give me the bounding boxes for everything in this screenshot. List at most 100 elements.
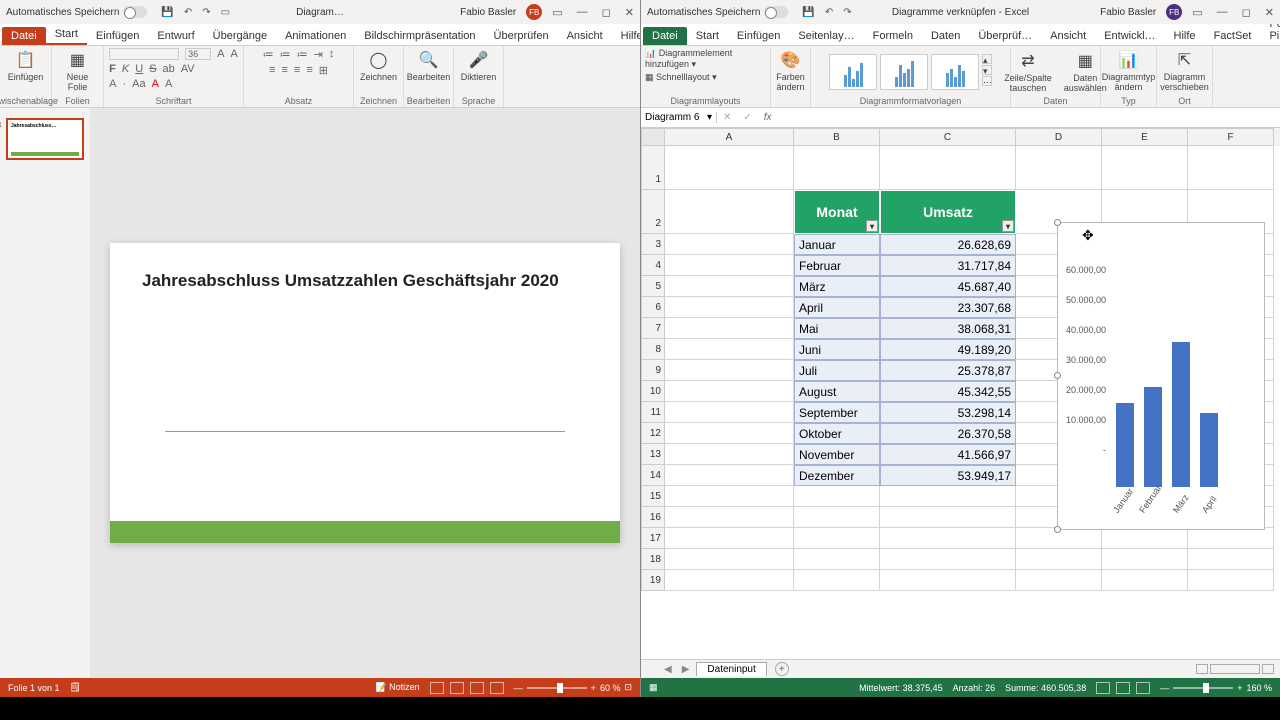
pp-ribbon-tabs: Datei Start Einfügen Entwurf Übergänge A… bbox=[0, 24, 640, 46]
ribbon-mode-icon[interactable]: ▭ bbox=[552, 6, 562, 19]
pp-statusbar: Folie 1 von 1 🗒 📝 Notizen — + 60 % ⊡ bbox=[0, 678, 640, 697]
tab-factset[interactable]: FactSet bbox=[1205, 27, 1261, 45]
dictate-button[interactable]: 🎤Diktieren bbox=[457, 48, 501, 84]
view-buttons[interactable] bbox=[430, 682, 504, 694]
fx-icon[interactable]: fx bbox=[758, 112, 778, 123]
col-D[interactable]: D bbox=[1016, 128, 1102, 146]
excel-window: Automatisches Speichern 💾 ↶ ↷ Diagramme … bbox=[640, 0, 1280, 697]
zoom-slider[interactable]: — + 60 % ⊡ bbox=[514, 682, 632, 693]
switch-rowcol-button[interactable]: ⇄Zeile/Spalte tauschen bbox=[1000, 49, 1056, 95]
sheet-nav-next[interactable]: ▶ bbox=[679, 664, 693, 675]
tab-hilfe[interactable]: Hilfe bbox=[1165, 27, 1205, 45]
select-all-corner[interactable] bbox=[641, 128, 665, 146]
col-B[interactable]: B bbox=[794, 128, 880, 146]
tab-bildschirm[interactable]: Bildschirmpräsentation bbox=[355, 27, 484, 45]
autosave-toggle[interactable]: Automatisches Speichern bbox=[641, 6, 794, 18]
colors-button[interactable]: 🎨Farben ändern bbox=[772, 48, 809, 94]
undo-icon[interactable]: ↶ bbox=[825, 7, 833, 18]
add-sheet-button[interactable]: + bbox=[775, 662, 789, 676]
minimize-icon[interactable]: — bbox=[577, 6, 588, 19]
slide-title[interactable]: Jahresabschluss Umsatzzahlen Geschäftsja… bbox=[142, 271, 588, 291]
col-C[interactable]: C bbox=[880, 128, 1016, 146]
undo-icon[interactable]: ↶ bbox=[184, 7, 192, 18]
chart-bars: JanuarFebruarMärzApril bbox=[1110, 265, 1260, 487]
tab-start[interactable]: Start bbox=[687, 27, 728, 45]
chart-object[interactable]: 60.000,0050.000,0040.000,0030.000,0020.0… bbox=[1057, 222, 1265, 530]
enter-icon[interactable]: ✓ bbox=[737, 112, 757, 123]
redo-icon[interactable]: ↷ bbox=[843, 7, 851, 18]
tab-datei[interactable]: Datei bbox=[2, 27, 46, 45]
sheet-tabs: ◀ ▶ Dateninput + bbox=[641, 659, 1280, 678]
tab-einfuegen[interactable]: Einfügen bbox=[728, 27, 789, 45]
doc-title: Diagramme verknüpfen - Excel bbox=[892, 7, 1029, 18]
slide-thumb-1[interactable]: 1 Jahresabschluss… bbox=[6, 118, 84, 160]
pp-ribbon: 📋Einfügen Zwischenablage ▦Neue Folie Fol… bbox=[0, 46, 640, 108]
tab-uebergaenge[interactable]: Übergänge bbox=[204, 27, 276, 45]
close-icon[interactable]: ✕ bbox=[625, 6, 634, 19]
maximize-icon[interactable]: ◻ bbox=[602, 6, 611, 19]
draw-button[interactable]: ◯Zeichnen bbox=[356, 48, 401, 84]
slideshow-icon[interactable]: ▭ bbox=[221, 7, 230, 18]
paste-button[interactable]: 📋Einfügen bbox=[4, 48, 48, 84]
add-element-button[interactable]: 📊 Diagrammelement hinzufügen ▾ bbox=[645, 48, 766, 70]
new-slide-button[interactable]: ▦Neue Folie bbox=[63, 48, 93, 94]
tab-einfuegen[interactable]: Einfügen bbox=[87, 27, 148, 45]
charttype-button[interactable]: 📊Diagrammtyp ändern bbox=[1098, 48, 1160, 94]
xl-ribbon: 📊 Diagrammelement hinzufügen ▾ ▦ Schnell… bbox=[641, 46, 1280, 108]
tab-seitenlayout[interactable]: Seitenlay… bbox=[789, 27, 863, 45]
worksheet-grid[interactable]: A B C D E F 12Monat▾Umsatz▾3Januar26.628… bbox=[641, 128, 1280, 659]
quicklayout-button[interactable]: ▦ Schnelllayout ▾ bbox=[645, 72, 717, 83]
ribbon-mode-icon[interactable]: ▭ bbox=[1192, 6, 1202, 19]
slide-footer-bar bbox=[110, 521, 620, 543]
user-name: Fabio Basler bbox=[460, 7, 516, 18]
status-anzahl: Anzahl: 26 bbox=[953, 683, 996, 693]
slide-canvas[interactable]: Jahresabschluss Umsatzzahlen Geschäftsja… bbox=[110, 243, 620, 543]
tab-daten[interactable]: Daten bbox=[922, 27, 969, 45]
minimize-icon[interactable]: — bbox=[1217, 6, 1228, 19]
spellcheck-icon[interactable]: 🗒 bbox=[70, 682, 81, 693]
xl-ribbon-tabs: Datei Start Einfügen Seitenlay… Formeln … bbox=[641, 24, 1280, 46]
tab-ansicht[interactable]: Ansicht bbox=[1041, 27, 1095, 45]
save-icon[interactable]: 💾 bbox=[802, 7, 814, 18]
cancel-icon[interactable]: ✕ bbox=[717, 112, 737, 123]
slide-subtitle[interactable] bbox=[165, 431, 565, 432]
notes-button[interactable]: 📝 Notizen bbox=[375, 682, 419, 693]
autosave-toggle[interactable]: Automatisches Speichern bbox=[0, 6, 153, 18]
tab-entwickler[interactable]: Entwickl… bbox=[1095, 27, 1164, 45]
powerpoint-window: Automatisches Speichern 💾 ↶ ↷ ▭ Diagram…… bbox=[0, 0, 640, 697]
sheet-nav-prev[interactable]: ◀ bbox=[661, 664, 675, 675]
tab-ansicht[interactable]: Ansicht bbox=[558, 27, 612, 45]
avatar[interactable]: FB bbox=[1166, 4, 1182, 20]
tab-formeln[interactable]: Formeln bbox=[864, 27, 922, 45]
name-box[interactable]: Diagramm 6▾ bbox=[641, 112, 717, 123]
view-buttons[interactable] bbox=[1096, 682, 1150, 694]
tab-start[interactable]: Start bbox=[46, 25, 87, 45]
tab-ueberpruefen[interactable]: Überprüf… bbox=[969, 27, 1041, 45]
maximize-icon[interactable]: ◻ bbox=[1242, 6, 1251, 19]
save-icon[interactable]: 💾 bbox=[161, 7, 173, 18]
status-summe: Summe: 460.505,38 bbox=[1005, 683, 1086, 693]
col-A[interactable]: A bbox=[665, 128, 794, 146]
chart-styles[interactable]: ▴▾⋯ bbox=[829, 54, 992, 90]
doc-title: Diagram… bbox=[296, 7, 344, 18]
avatar[interactable]: FB bbox=[526, 4, 542, 20]
mode-icon: ▦ bbox=[649, 682, 658, 693]
redo-icon[interactable]: ↷ bbox=[202, 7, 210, 18]
tab-datei[interactable]: Datei bbox=[643, 27, 687, 45]
edit-button[interactable]: 🔍Bearbeiten bbox=[403, 48, 455, 84]
col-E[interactable]: E bbox=[1102, 128, 1188, 146]
status-mittelwert: Mittelwert: 38.375,45 bbox=[859, 683, 943, 693]
xl-titlebar: Automatisches Speichern 💾 ↶ ↷ Diagramme … bbox=[641, 0, 1280, 24]
xl-statusbar: ▦ Mittelwert: 38.375,45 Anzahl: 26 Summe… bbox=[641, 678, 1280, 697]
tab-entwurf[interactable]: Entwurf bbox=[148, 27, 203, 45]
tab-ueberpruefen[interactable]: Überprüfen bbox=[485, 27, 558, 45]
zoom-slider[interactable]: — + 160 % bbox=[1160, 683, 1272, 693]
close-icon[interactable]: ✕ bbox=[1265, 6, 1274, 19]
formula-bar: Diagramm 6▾ ✕ ✓ fx bbox=[641, 108, 1280, 128]
tab-animationen[interactable]: Animationen bbox=[276, 27, 355, 45]
movechart-button[interactable]: ⇱Diagramm verschieben bbox=[1156, 48, 1213, 94]
sheet-tab-dateninput[interactable]: Dateninput bbox=[696, 662, 766, 676]
col-F[interactable]: F bbox=[1188, 128, 1274, 146]
hscroll[interactable] bbox=[1196, 664, 1280, 674]
slide-thumbnails: 1 Jahresabschluss… bbox=[0, 108, 90, 678]
